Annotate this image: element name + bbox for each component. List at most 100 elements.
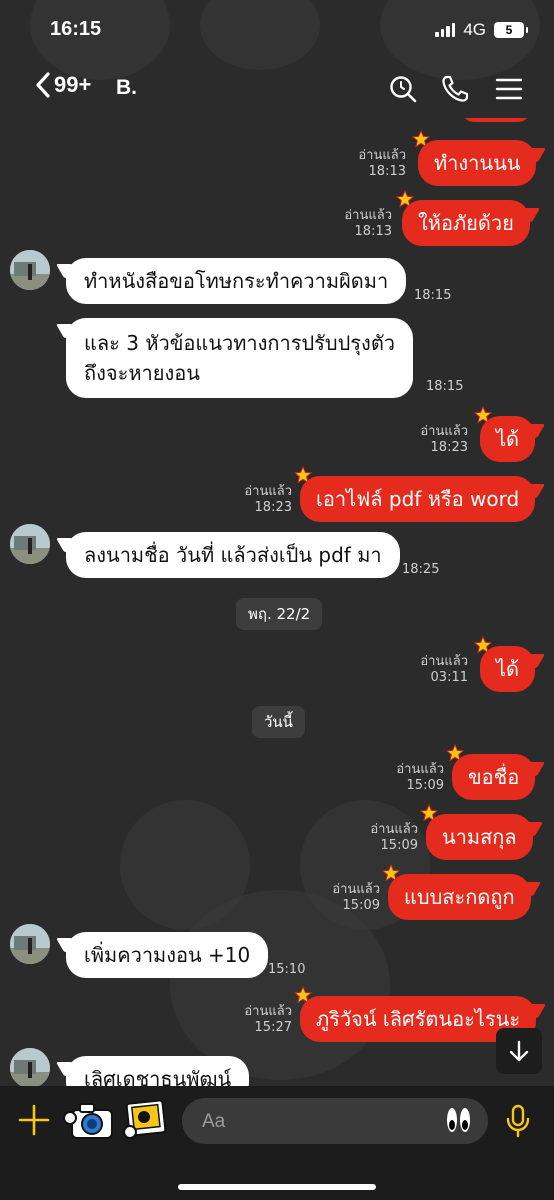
read-receipt: อ่านแล้ว <box>420 654 468 669</box>
message-time: 18:13 <box>368 164 406 179</box>
star-icon <box>474 406 492 424</box>
message-text: เลิศเดชาธนพัฒน์ <box>84 1067 232 1086</box>
outgoing-message[interactable]: เอาไฟล์ pdf หรือ word <box>294 466 536 522</box>
read-receipt: อ่านแล้ว <box>370 822 418 837</box>
chevron-left-icon <box>36 72 50 98</box>
avatar-image <box>10 1048 50 1086</box>
incoming-message[interactable]: ลงนามชื่อ วันที่ แล้วส่งเป็น pdf มา <box>66 532 400 578</box>
arrow-down-icon <box>509 1040 529 1062</box>
read-receipt: อ่านแล้ว <box>358 148 406 163</box>
message-meta: อ่านแล้ว 18:13 <box>340 148 406 180</box>
star-icon <box>446 744 464 762</box>
outgoing-message[interactable]: ทำงานนน <box>412 130 537 186</box>
outgoing-message[interactable]: นามสกุล <box>420 804 533 860</box>
message-text: เพิ่มความงอน +10 <box>84 943 251 967</box>
menu-icon[interactable] <box>494 74 524 104</box>
network-label: 4G <box>463 20 486 39</box>
message-meta: อ่านแล้ว 03:11 <box>418 654 468 686</box>
read-receipt: อ่านแล้ว <box>344 208 392 223</box>
message-meta: อ่านแล้ว 18:23 <box>420 424 468 456</box>
message-time: 15:09 <box>342 898 380 913</box>
message-text: ทำงานนน <box>434 151 521 175</box>
avatar-image <box>10 924 50 964</box>
star-icon <box>420 804 438 822</box>
star-icon <box>396 190 414 208</box>
search-icon[interactable] <box>388 74 418 104</box>
read-receipt: อ่านแล้ว <box>396 762 444 777</box>
battery-level: 5 <box>505 23 513 37</box>
message-time: 15:27 <box>254 1020 292 1035</box>
date-separator: พฤ. 22/2 <box>236 598 323 630</box>
camera-icon[interactable] <box>62 1098 116 1142</box>
sticker-icon[interactable] <box>122 1098 168 1142</box>
chat-title: B. <box>116 76 137 99</box>
star-icon <box>412 130 430 148</box>
message-meta: อ่านแล้ว 15:09 <box>368 822 418 854</box>
message-bubble-partial <box>462 118 530 122</box>
message-text: ขอชื่อ <box>468 765 520 789</box>
message-meta: อ่านแล้ว 18:23 <box>240 484 292 516</box>
avatar[interactable] <box>10 924 50 964</box>
message-meta: อ่านแล้ว 15:09 <box>394 762 444 794</box>
back-button[interactable]: 99+ <box>34 72 91 98</box>
avatar-image <box>10 250 50 290</box>
message-time: 15:09 <box>406 778 444 793</box>
battery-icon: 5 <box>494 22 528 38</box>
incoming-message[interactable]: เลิศเดชาธนพัฒน์ <box>66 1056 250 1086</box>
composer-bar <box>0 1086 554 1200</box>
message-text: ได้ <box>496 427 520 451</box>
outgoing-message[interactable]: ได้ <box>474 406 536 462</box>
plus-icon[interactable] <box>18 1104 50 1136</box>
phone-icon[interactable] <box>440 74 470 104</box>
message-text: ให้อภัยด้วย <box>418 211 514 235</box>
status-bar: 16:15 4G 5 <box>0 0 554 58</box>
status-indicators: 4G 5 <box>435 20 528 40</box>
incoming-message[interactable]: เพิ่มความงอน +10 <box>66 932 269 978</box>
message-input[interactable] <box>200 1098 434 1146</box>
outgoing-message[interactable]: ขอชื่อ <box>446 744 536 800</box>
date-separator: วันนี้ <box>252 706 305 738</box>
chat-header: 99+ B. <box>0 62 554 118</box>
read-receipt: อ่านแล้ว <box>332 882 380 897</box>
avatar-image <box>10 524 50 564</box>
message-list[interactable]: อ่านแล้ว 18:13 ทำงานนน อ่านแล้ว 18:13 ให… <box>0 118 554 1086</box>
outgoing-message[interactable]: ให้อภัยด้วย <box>396 190 530 246</box>
message-text-line: ถึงจะหายงอน <box>84 361 200 385</box>
message-meta: อ่านแล้ว 15:09 <box>330 882 380 914</box>
avatar[interactable] <box>10 250 50 290</box>
emoji-icon[interactable] <box>447 1108 470 1132</box>
message-time: 18:15 <box>414 288 452 303</box>
read-receipt: อ่านแล้ว <box>244 484 292 499</box>
message-input-field[interactable] <box>182 1098 488 1146</box>
message-time: 03:11 <box>430 670 468 685</box>
message-time: 18:25 <box>402 562 440 577</box>
avatar[interactable] <box>10 1048 50 1086</box>
message-text: ภูริวัจน์ เลิศรัตนอะไรนะ <box>316 1007 521 1031</box>
message-time: 18:23 <box>254 500 292 515</box>
message-text: แบบสะกดถูก <box>404 885 515 909</box>
outgoing-message[interactable]: ได้ <box>474 636 536 692</box>
star-icon <box>474 636 492 654</box>
scroll-to-bottom-button[interactable] <box>496 1028 542 1074</box>
message-text: เอาไฟล์ pdf หรือ word <box>316 487 520 511</box>
outgoing-message[interactable]: แบบสะกดถูก <box>382 864 531 920</box>
read-receipt: อ่านแล้ว <box>244 1004 292 1019</box>
message-time: 15:10 <box>268 962 306 977</box>
star-icon <box>294 986 312 1004</box>
star-icon <box>294 466 312 484</box>
unread-count: 99+ <box>54 72 92 97</box>
status-time: 16:15 <box>50 18 102 40</box>
message-text-line: และ 3 หัวข้อแนวทางการปรับปรุงตัว <box>84 331 396 355</box>
read-receipt: อ่านแล้ว <box>420 424 468 439</box>
incoming-message[interactable]: ทำหนังสือขอโทษกระทำความผิดมา <box>66 258 407 304</box>
message-time: 18:15 <box>426 379 464 394</box>
signal-icon <box>435 23 456 37</box>
avatar[interactable] <box>10 524 50 564</box>
message-meta: อ่านแล้ว 18:13 <box>326 208 392 240</box>
message-text: นามสกุล <box>442 825 517 849</box>
home-indicator <box>178 1184 376 1190</box>
incoming-message[interactable]: และ 3 หัวข้อแนวทางการปรับปรุงตัว ถึงจะหา… <box>66 318 414 398</box>
message-meta: อ่านแล้ว 15:27 <box>240 1004 292 1036</box>
microphone-icon[interactable] <box>504 1104 532 1138</box>
message-time: 15:09 <box>380 838 418 853</box>
